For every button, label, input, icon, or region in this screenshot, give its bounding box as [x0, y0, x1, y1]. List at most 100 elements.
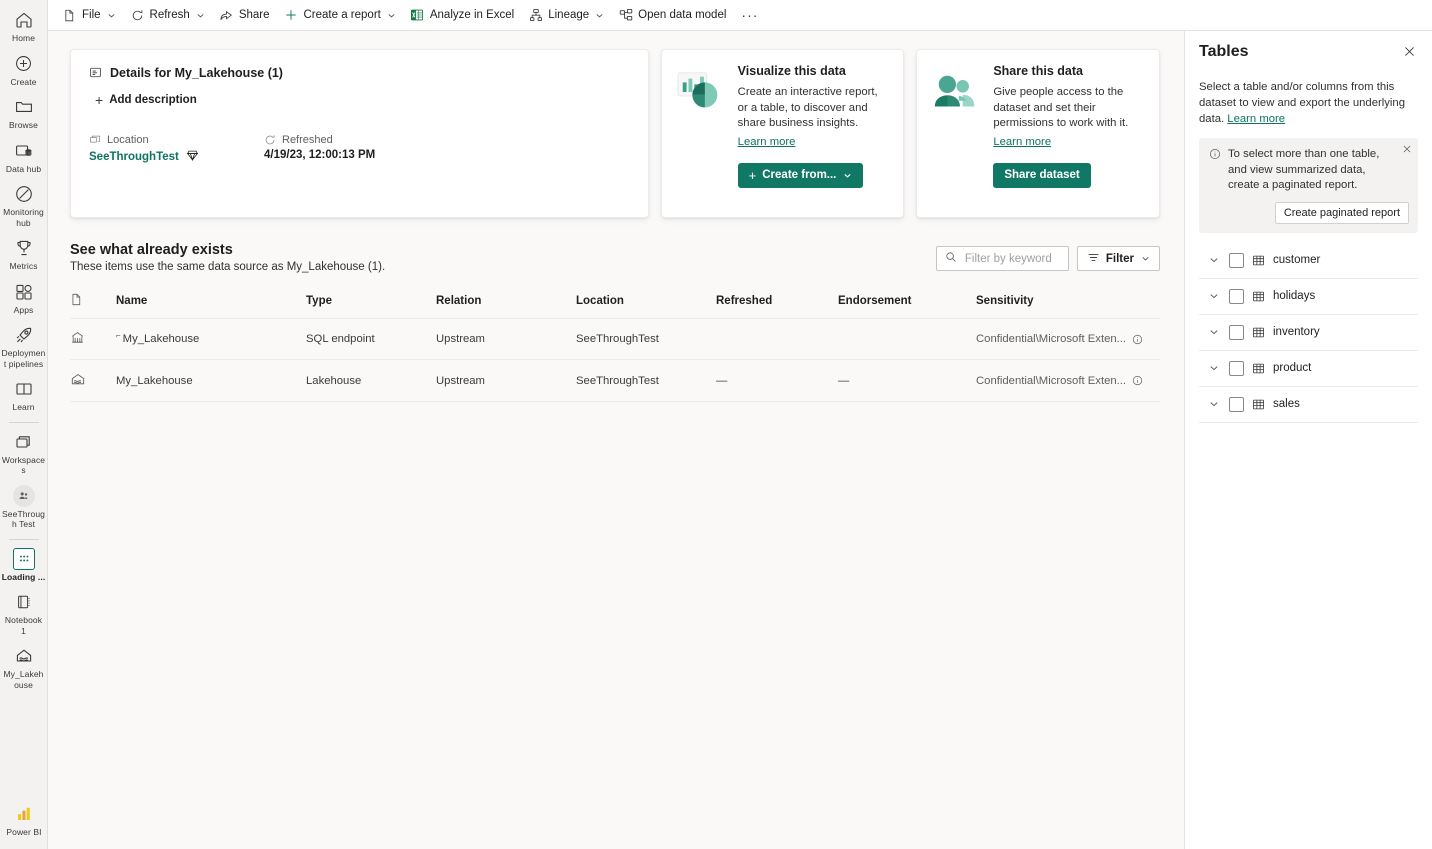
- sidebar-item-deployment-pipelines[interactable]: Deployment pipelines: [0, 319, 48, 373]
- search-box[interactable]: [935, 246, 1069, 271]
- chevron-down-icon: [107, 11, 116, 20]
- plus-icon: [284, 8, 299, 23]
- toolbar-refresh-button[interactable]: Refresh: [124, 2, 211, 28]
- workspace-link[interactable]: SeeThroughTest: [89, 151, 179, 163]
- app-root: Home Create Browse Data hub Monitoring h…: [0, 0, 1432, 849]
- main-region: File Refresh Share Create a report Analy…: [48, 0, 1432, 849]
- trophy-icon: [13, 237, 35, 259]
- add-description-button[interactable]: + Add description: [95, 93, 197, 107]
- table-grid-icon: [1252, 398, 1265, 411]
- chevron-down-icon[interactable]: [1209, 255, 1221, 265]
- data-hub-icon: [13, 140, 35, 162]
- chevron-down-icon[interactable]: [1209, 399, 1221, 409]
- visualize-text: Create an interactive report, or a table…: [737, 86, 878, 129]
- sidebar-item-data-hub[interactable]: Data hub: [0, 135, 48, 179]
- share-dataset-label: Share dataset: [1004, 169, 1080, 181]
- workspaces-icon: [13, 431, 35, 453]
- table-checkbox[interactable]: [1229, 396, 1244, 412]
- table-row[interactable]: ⌐ My_Lakehouse SQL endpoint Upstream See…: [70, 318, 1160, 360]
- filter-button[interactable]: Filter: [1076, 246, 1160, 271]
- col-location-header[interactable]: Location: [576, 287, 716, 319]
- col-refreshed-header[interactable]: Refreshed: [716, 287, 838, 319]
- table-checkbox[interactable]: [1229, 324, 1244, 340]
- sidebar-item-monitoring-hub[interactable]: Monitoring hub: [0, 178, 48, 232]
- sidebar-item-power-bi[interactable]: Power BI: [0, 798, 48, 842]
- chevron-down-icon: [843, 171, 852, 180]
- col-relation-header[interactable]: Relation: [436, 287, 576, 319]
- toolbar-lineage-button[interactable]: Lineage: [522, 2, 610, 28]
- tables-panel-learn-more-link[interactable]: Learn more: [1227, 113, 1285, 125]
- toolbar-open-data-model-button[interactable]: Open data model: [612, 2, 732, 28]
- refreshed-block: Refreshed 4/19/23, 12:00:13 PM: [264, 134, 375, 165]
- tables-panel-title: Tables: [1199, 43, 1249, 60]
- sidebar-label: Learn: [12, 402, 35, 412]
- table-list-item[interactable]: holidays: [1199, 279, 1418, 315]
- chevron-down-icon: [196, 11, 205, 20]
- toolbar-share-button[interactable]: Share: [213, 2, 276, 28]
- table-checkbox[interactable]: [1229, 288, 1244, 304]
- table-checkbox[interactable]: [1229, 252, 1244, 268]
- chevron-down-icon[interactable]: [1209, 291, 1221, 301]
- info-icon[interactable]: [1132, 375, 1143, 386]
- details-card: Details for My_Lakehouse (1) + Add descr…: [70, 49, 649, 218]
- sidebar-item-workspaces[interactable]: Workspaces: [0, 426, 48, 480]
- chevron-down-icon: [595, 11, 604, 20]
- sidebar-item-my-lakehouse[interactable]: My_Lakehouse: [0, 640, 48, 694]
- share-dataset-button[interactable]: Share dataset: [993, 162, 1091, 188]
- visualize-learn-more-link[interactable]: Learn more: [738, 136, 796, 148]
- rail-footer: Power BI: [0, 798, 48, 842]
- sidebar-item-create[interactable]: Create: [0, 48, 48, 92]
- sidebar-item-seethrough-test[interactable]: SeeThrough Test: [0, 480, 48, 534]
- left-nav-rail: Home Create Browse Data hub Monitoring h…: [0, 0, 48, 849]
- info-icon[interactable]: [1132, 334, 1143, 345]
- col-name-header[interactable]: Name: [116, 287, 306, 319]
- visualize-title: Visualize this data: [737, 64, 846, 78]
- toolbar-file-button[interactable]: File: [56, 2, 122, 28]
- row-name-cell[interactable]: ⌐ My_Lakehouse: [116, 318, 306, 360]
- row-name-cell[interactable]: My_Lakehouse: [116, 359, 306, 402]
- sidebar-item-apps[interactable]: Apps: [0, 276, 48, 320]
- excel-icon: [410, 8, 425, 23]
- location-workspace-icon: [89, 134, 101, 146]
- sidebar-item-loading-dataset[interactable]: Loading ...: [0, 543, 48, 587]
- share-icon: [219, 8, 234, 23]
- col-sensitivity-header[interactable]: Sensitivity: [976, 287, 1160, 319]
- toolbar-label: File: [82, 9, 101, 21]
- share-learn-more-link[interactable]: Learn more: [993, 136, 1051, 148]
- chevron-down-icon[interactable]: [1209, 327, 1221, 337]
- toolbar-create-a-report-button[interactable]: Create a report: [278, 2, 402, 28]
- sidebar-label: My_Lakehouse: [3, 669, 44, 690]
- table-list-item[interactable]: product: [1199, 351, 1418, 387]
- tables-list: customer holidays inventory product sale…: [1199, 243, 1418, 423]
- toolbar-analyze-in-excel-button[interactable]: Analyze in Excel: [404, 2, 520, 28]
- table-checkbox[interactable]: [1229, 360, 1244, 376]
- workspace-avatar-icon: [12, 484, 35, 507]
- table-list-item[interactable]: customer: [1199, 243, 1418, 279]
- people-icon: [931, 64, 983, 203]
- col-type-header[interactable]: Type: [306, 287, 436, 319]
- search-input[interactable]: [962, 251, 1060, 266]
- create-paginated-report-button[interactable]: Create paginated report: [1274, 201, 1409, 224]
- table-list-item[interactable]: inventory: [1199, 315, 1418, 351]
- sidebar-item-browse[interactable]: Browse: [0, 91, 48, 135]
- table-row[interactable]: My_Lakehouse Lakehouse Upstream SeeThrou…: [70, 359, 1160, 402]
- row-endorsement-cell: —: [838, 359, 976, 402]
- table-list-item[interactable]: sales: [1199, 387, 1418, 423]
- sidebar-item-notebook-1[interactable]: Notebook 1: [0, 586, 48, 640]
- note-close-icon[interactable]: [1402, 144, 1412, 154]
- create-from-button[interactable]: + Create from...: [737, 162, 864, 188]
- filter-label: Filter: [1105, 252, 1134, 265]
- toolbar-overflow-button[interactable]: ···: [734, 8, 765, 22]
- sidebar-item-metrics[interactable]: Metrics: [0, 232, 48, 276]
- data-model-icon: [618, 8, 633, 23]
- existing-items-table: Name Type Relation Location Refreshed En…: [70, 287, 1160, 402]
- col-endorsement-header[interactable]: Endorsement: [838, 287, 976, 319]
- sidebar-item-learn[interactable]: Learn: [0, 373, 48, 417]
- toolbar-label: Lineage: [548, 9, 590, 21]
- toolbar-label: Share: [238, 9, 270, 21]
- sidebar-item-home[interactable]: Home: [0, 4, 48, 48]
- chevron-down-icon[interactable]: [1209, 363, 1221, 373]
- chart-pie-icon: [676, 64, 728, 203]
- close-icon[interactable]: [1401, 43, 1418, 60]
- file-icon: [62, 8, 77, 23]
